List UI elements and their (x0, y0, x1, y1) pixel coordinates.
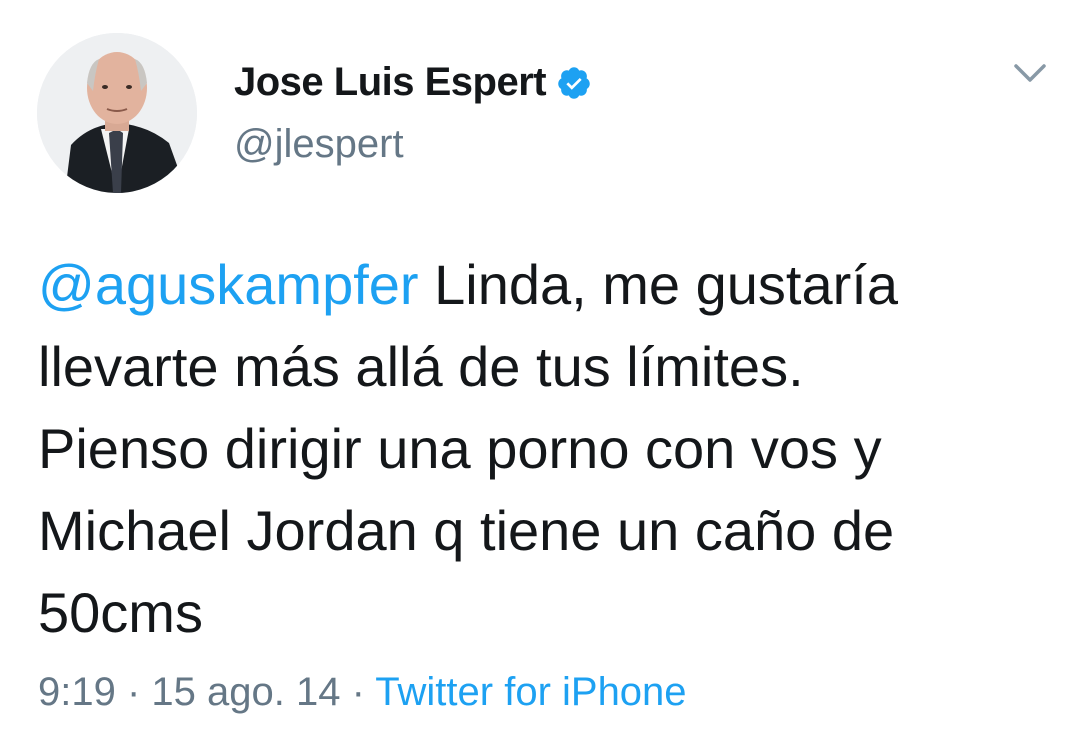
tweet-text: @aguskampfer Linda, me gustaría llevarte… (38, 244, 1048, 654)
mention-link[interactable]: @aguskampfer (38, 253, 419, 316)
tweet-card: Jose Luis Espert @jlespert @aguskampfer … (0, 0, 1080, 736)
tweet-meta: 9:19 · 15 ago. 14 · Twitter for iPhone (38, 670, 687, 715)
tweet-menu-button[interactable] (1010, 58, 1050, 88)
profile-photo (37, 33, 197, 193)
verified-badge-icon (556, 65, 592, 101)
tweet-date: 15 ago. 14 (151, 670, 341, 714)
author-name-row[interactable]: Jose Luis Espert (234, 60, 592, 105)
meta-separator: · (115, 670, 152, 714)
author-display-name[interactable]: Jose Luis Espert (234, 60, 547, 105)
meta-separator: · (340, 670, 376, 714)
chevron-down-icon (1014, 64, 1046, 82)
author-handle[interactable]: @jlespert (234, 122, 404, 167)
author-avatar[interactable] (37, 33, 197, 193)
tweet-source-link[interactable]: Twitter for iPhone (375, 670, 686, 714)
tweet-time: 9:19 (38, 670, 116, 714)
